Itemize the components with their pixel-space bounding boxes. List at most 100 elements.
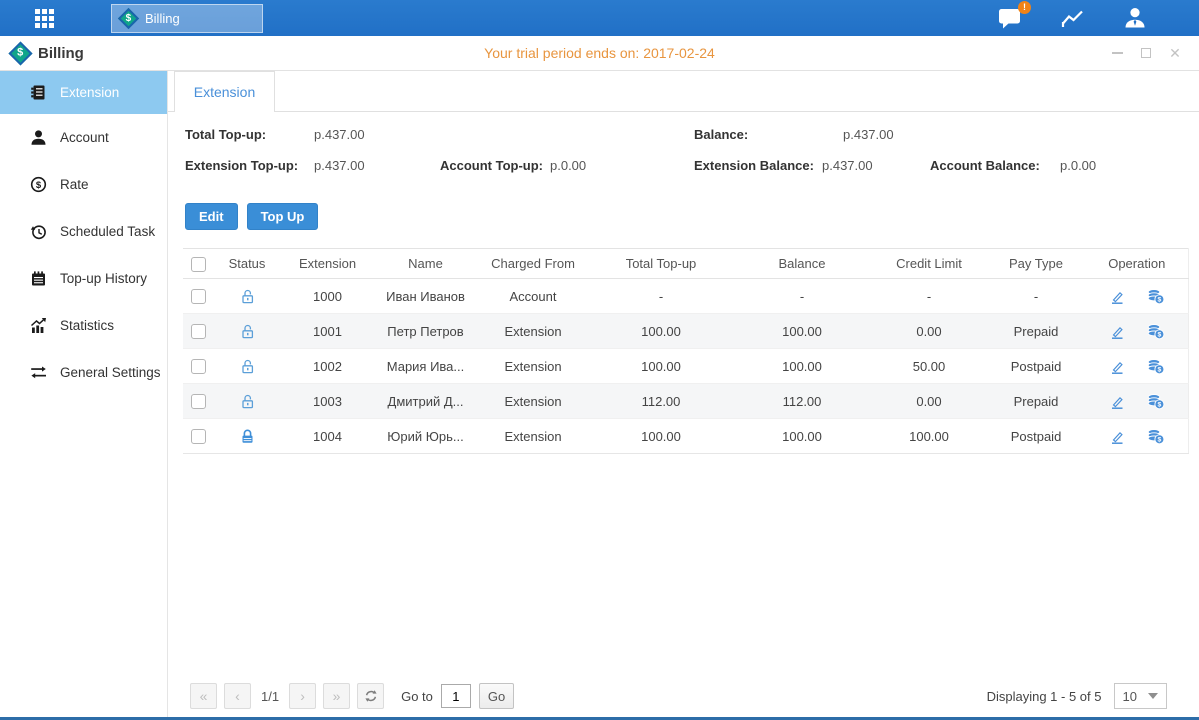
col-total-topup: Total Top-up <box>590 249 732 279</box>
cell-balance: - <box>732 279 872 314</box>
sidebar-item-label: Account <box>60 130 109 145</box>
window-controls: ✕ <box>1111 47 1181 59</box>
table-row[interactable]: 1000 Иван Иванов Account - - - - <box>183 279 1188 314</box>
col-pay-type: Pay Type <box>986 249 1086 279</box>
svg-text:$: $ <box>36 180 42 191</box>
table-row[interactable]: 1004 Юрий Юрь... Extension 100.00 100.00… <box>183 419 1188 454</box>
total-topup-value: p.437.00 <box>314 127 694 142</box>
row-checkbox[interactable] <box>191 324 206 339</box>
extension-topup-value: p.437.00 <box>314 158 440 173</box>
sidebar-item-label: Statistics <box>60 318 114 333</box>
account-topup-label: Account Top-up: <box>440 158 550 173</box>
page-indicator: 1/1 <box>261 689 279 704</box>
sidebar-item-rate[interactable]: $ Rate <box>0 161 167 208</box>
top-up-row-icon[interactable]: $ <box>1146 428 1165 445</box>
svg-text:$: $ <box>1157 331 1161 338</box>
cell-credit-limit: 100.00 <box>872 419 986 454</box>
extension-topup-label: Extension Top-up: <box>185 158 314 173</box>
sidebar: Extension Account $ Rate <box>0 71 168 717</box>
edit-button[interactable]: Edit <box>185 203 238 230</box>
cell-total-topup: - <box>590 279 732 314</box>
unlocked-status-icon <box>239 358 256 375</box>
page-size-select[interactable]: 10 <box>1114 683 1167 709</box>
cell-balance: 112.00 <box>732 384 872 419</box>
col-charged-from: Charged From <box>476 249 590 279</box>
select-all-checkbox[interactable] <box>191 257 206 272</box>
top-up-row-icon[interactable]: $ <box>1146 323 1165 340</box>
sidebar-item-account[interactable]: Account <box>0 114 167 161</box>
table-row[interactable]: 1003 Дмитрий Д... Extension 112.00 112.0… <box>183 384 1188 419</box>
cell-total-topup: 100.00 <box>590 349 732 384</box>
window-title-group: $ Billing <box>12 45 84 62</box>
locked-status-icon <box>239 428 256 445</box>
go-button[interactable]: Go <box>479 683 514 709</box>
maximize-button[interactable] <box>1140 47 1152 59</box>
refresh-button[interactable] <box>357 683 384 709</box>
svg-text:$: $ <box>1157 366 1161 373</box>
edit-row-icon[interactable] <box>1109 393 1126 410</box>
balance-value: p.437.00 <box>843 127 894 142</box>
account-balance-value: p.0.00 <box>1060 158 1096 173</box>
app-launcher-grid-icon[interactable] <box>35 9 54 28</box>
close-button[interactable]: ✕ <box>1169 47 1181 59</box>
cell-extension: 1002 <box>280 349 375 384</box>
trial-notice: Your trial period ends on: 2017-02-24 <box>0 45 1199 61</box>
cell-charged-from: Extension <box>476 349 590 384</box>
edit-row-icon[interactable] <box>1109 428 1126 445</box>
sidebar-item-general-settings[interactable]: General Settings <box>0 349 167 396</box>
cell-total-topup: 112.00 <box>590 384 732 419</box>
edit-row-icon[interactable] <box>1109 358 1126 375</box>
svg-text:$: $ <box>1157 436 1161 443</box>
cell-total-topup: 100.00 <box>590 419 732 454</box>
page-size-value: 10 <box>1123 689 1137 704</box>
notification-badge: ! <box>1018 1 1031 14</box>
notifications-chat-icon[interactable]: ! <box>998 7 1023 30</box>
col-status: Status <box>214 249 280 279</box>
statistics-chart-icon[interactable] <box>1060 7 1086 29</box>
cell-name: Дмитрий Д... <box>375 384 476 419</box>
cell-credit-limit: - <box>872 279 986 314</box>
action-buttons: Edit Top Up <box>168 187 1199 230</box>
table-row[interactable]: 1002 Мария Ива... Extension 100.00 100.0… <box>183 349 1188 384</box>
cell-credit-limit: 0.00 <box>872 384 986 419</box>
cell-extension: 1001 <box>280 314 375 349</box>
row-checkbox[interactable] <box>191 359 206 374</box>
sidebar-item-scheduled-task[interactable]: Scheduled Task <box>0 208 167 255</box>
top-up-row-icon[interactable]: $ <box>1146 288 1165 305</box>
sidebar-item-extension[interactable]: Extension <box>0 71 167 114</box>
taskbar-tab-label: Billing <box>145 11 180 26</box>
minimize-button[interactable] <box>1111 47 1123 59</box>
sidebar-item-label: Scheduled Task <box>60 224 155 239</box>
taskbar-tab-billing[interactable]: $ Billing <box>111 4 263 33</box>
first-page-button[interactable]: « <box>190 683 217 709</box>
edit-row-icon[interactable] <box>1109 323 1126 340</box>
tab-strip: Extension <box>168 71 1199 112</box>
last-page-button[interactable]: » <box>323 683 350 709</box>
col-extension: Extension <box>280 249 375 279</box>
goto-label: Go to <box>401 689 433 704</box>
user-account-icon[interactable] <box>1123 6 1147 30</box>
top-up-row-icon[interactable]: $ <box>1146 358 1165 375</box>
tab-extension[interactable]: Extension <box>174 71 275 112</box>
next-page-button[interactable]: › <box>289 683 316 709</box>
top-up-row-icon[interactable]: $ <box>1146 393 1165 410</box>
sidebar-item-topup-history[interactable]: Top-up History <box>0 255 167 302</box>
cell-name: Мария Ива... <box>375 349 476 384</box>
top-up-button[interactable]: Top Up <box>247 203 319 230</box>
row-checkbox[interactable] <box>191 394 206 409</box>
taskbar-right-icons: ! <box>998 6 1147 30</box>
cell-pay-type: Prepaid <box>986 384 1086 419</box>
cell-pay-type: Postpaid <box>986 419 1086 454</box>
prev-page-button[interactable]: ‹ <box>224 683 251 709</box>
row-checkbox[interactable] <box>191 429 206 444</box>
sidebar-item-statistics[interactable]: Statistics <box>0 302 167 349</box>
app-body: Extension Account $ Rate <box>0 71 1199 717</box>
summary-panel: Total Top-up: p.437.00 Balance: p.437.00… <box>168 112 1199 187</box>
cell-balance: 100.00 <box>732 349 872 384</box>
edit-row-icon[interactable] <box>1109 288 1126 305</box>
unlocked-status-icon <box>239 393 256 410</box>
goto-page-input[interactable] <box>441 684 471 708</box>
table-row[interactable]: 1001 Петр Петров Extension 100.00 100.00… <box>183 314 1188 349</box>
row-checkbox[interactable] <box>191 289 206 304</box>
cell-balance: 100.00 <box>732 314 872 349</box>
